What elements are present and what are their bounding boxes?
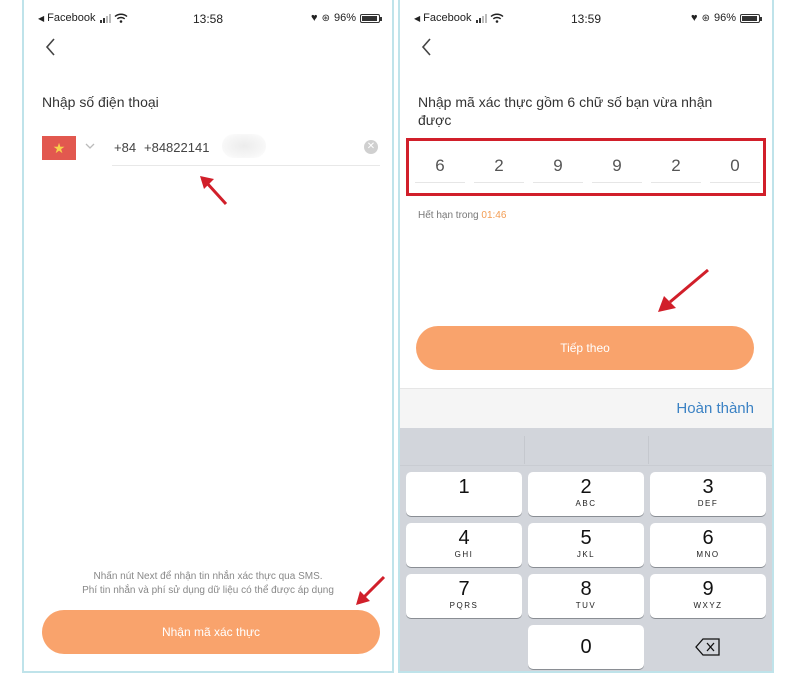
expiry-text: Hết hạn trong 01:46 xyxy=(418,210,506,221)
back-button[interactable] xyxy=(414,34,440,60)
code-digit[interactable]: 6 xyxy=(415,151,465,183)
key-4[interactable]: 4 GHI xyxy=(406,523,522,567)
lock-rotation-icon: ⊛ xyxy=(701,12,710,24)
key-0[interactable]: 0 xyxy=(528,625,644,669)
notice-line-2: Phí tin nhắn và phí sử dụng dữ liệu có t… xyxy=(82,585,334,596)
back-chevron-icon xyxy=(421,38,431,56)
country-selector[interactable]: ★ xyxy=(42,136,76,160)
battery-percent: 96% xyxy=(713,12,736,24)
phone-number-field[interactable]: +84 +84822141 ✕ xyxy=(112,130,380,166)
sms-notice: Nhấn nút Next để nhận tin nhắn xác thực … xyxy=(34,570,382,598)
key-6[interactable]: 6 MNO xyxy=(650,523,766,567)
get-code-button[interactable]: Nhận mã xác thực xyxy=(42,610,380,654)
red-arrow-annotation xyxy=(200,176,228,206)
done-button[interactable]: Hoàn thành xyxy=(676,400,754,417)
clear-icon[interactable]: ✕ xyxy=(364,140,378,154)
heart-icon: ♥ xyxy=(691,12,698,24)
expiry-timer: 01:46 xyxy=(481,210,507,221)
back-chevron-icon xyxy=(45,38,55,56)
phone-screen-enter-code: ◀ Facebook 13:59 ♥ ⊛ 96% Nhập mã xác thự… xyxy=(398,0,774,673)
key-5[interactable]: 5 JKL xyxy=(528,523,644,567)
numeric-keypad: 1 2 ABC 3 DEF 4 GHI 5 JKL 6 MNO 7 PQRS 8 TUV 9W… xyxy=(400,428,772,673)
backspace-icon xyxy=(695,638,720,656)
heart-icon: ♥ xyxy=(311,12,318,24)
next-button[interactable]: Tiếp theo xyxy=(416,326,754,370)
code-digit[interactable]: 2 xyxy=(651,151,701,183)
phone-number-input[interactable]: +84822141 xyxy=(144,140,209,155)
key-8[interactable]: 8 TUV xyxy=(528,574,644,618)
keypad-suggestion-row xyxy=(400,428,772,466)
dial-code: +84 xyxy=(114,140,137,155)
code-digit[interactable]: 9 xyxy=(592,151,642,183)
code-digit[interactable]: 9 xyxy=(533,151,583,183)
battery-icon xyxy=(360,13,382,23)
key-9[interactable]: 9 WXYZ xyxy=(650,574,766,618)
vietnam-flag-icon: ★ xyxy=(52,139,66,156)
code-digit[interactable]: 2 xyxy=(474,151,524,183)
notice-line-1: Nhấn nút Next để nhận tin nhắn xác thực … xyxy=(93,571,323,582)
key-2[interactable]: 2 ABC xyxy=(528,472,644,516)
red-arrow-annotation xyxy=(658,268,709,312)
frame-edge xyxy=(24,671,392,673)
back-button[interactable] xyxy=(38,34,64,60)
chevron-down-icon[interactable] xyxy=(84,140,96,152)
expiry-label: Hết hạn trong xyxy=(418,210,479,221)
battery-icon xyxy=(740,13,762,23)
keyboard-toolbar: Hoàn thành xyxy=(400,388,772,428)
status-bar: ◀ Facebook 13:58 ♥ ⊛ 96% xyxy=(24,0,392,34)
phone-screen-enter-number: ◀ Facebook 13:58 ♥ ⊛ 96% Nhập số điện th… xyxy=(22,0,394,673)
backspace-key[interactable] xyxy=(650,625,766,669)
battery-percent: 96% xyxy=(333,12,356,24)
key-3[interactable]: 3 DEF xyxy=(650,472,766,516)
code-digit[interactable]: 0 xyxy=(710,151,760,183)
lock-rotation-icon: ⊛ xyxy=(321,12,330,24)
verification-code-input[interactable]: 6 2 9 9 2 0 xyxy=(406,138,766,196)
frame-edge xyxy=(400,671,772,673)
key-1[interactable]: 1 xyxy=(406,472,522,516)
status-bar: ◀ Facebook 13:59 ♥ ⊛ 96% xyxy=(400,0,772,34)
redacted-blur xyxy=(222,134,266,158)
page-title: Nhập số điện thoại xyxy=(42,94,159,110)
page-title: Nhập mã xác thực gồm 6 chữ số bạn vừa nh… xyxy=(418,94,713,128)
key-7[interactable]: 7 PQRS xyxy=(406,574,522,618)
